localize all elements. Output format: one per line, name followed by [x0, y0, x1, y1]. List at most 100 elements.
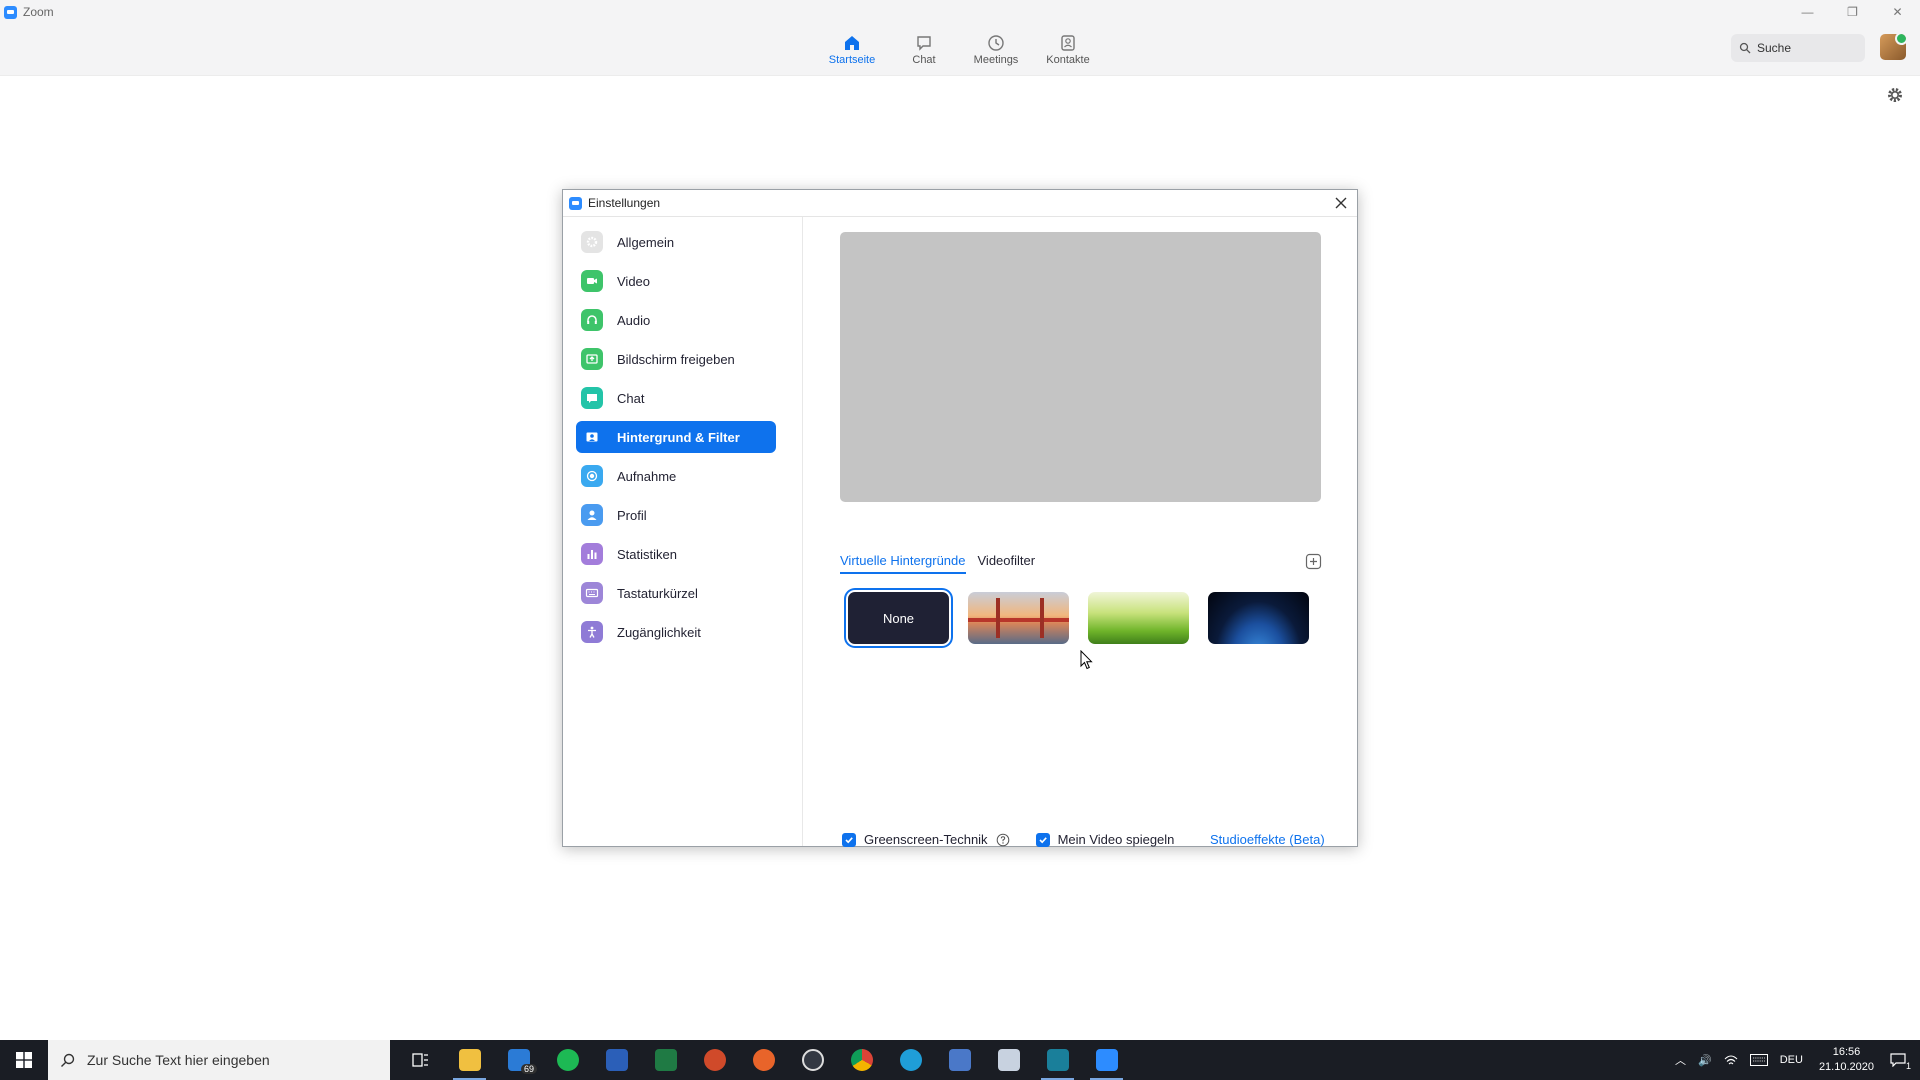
sidebar-item-zugaenglichkeit[interactable]: Zugänglichkeit [576, 616, 776, 648]
clock-icon [988, 35, 1004, 51]
window-titlebar: Zoom — ❐ ✕ [0, 0, 1920, 24]
background-none[interactable]: None [848, 592, 949, 644]
taskbar-spotify[interactable] [543, 1040, 592, 1080]
window-title: Zoom [23, 5, 54, 19]
tab-chat[interactable]: Chat [888, 24, 960, 76]
chat-icon [917, 36, 931, 51]
mouse-cursor-icon [1080, 650, 1093, 670]
sidebar-item-profil[interactable]: Profil [576, 499, 776, 531]
settings-content: Virtuelle Hintergründe Videofilter None … [804, 217, 1357, 847]
chevron-up-icon[interactable]: ︿ [1675, 1052, 1686, 1068]
task-view-icon [411, 1053, 428, 1067]
keyboard-icon[interactable] [1749, 1054, 1768, 1066]
tab-label: Kontakte [1046, 54, 1090, 66]
sidebar-item-tastaturkuerzel[interactable]: Tastaturkürzel [576, 577, 776, 609]
clock-date: 21.10.2020 [1818, 1061, 1874, 1073]
taskbar-zoom[interactable] [1082, 1040, 1131, 1080]
tab-label: Startseite [828, 54, 876, 66]
clock[interactable]: 16:56 21.10.2020 [1819, 1045, 1874, 1075]
sidebar-item-bildschirm-freigeben[interactable]: Bildschirm freigeben [576, 343, 776, 375]
document-icon [948, 1049, 971, 1071]
close-icon[interactable] [1333, 195, 1349, 211]
sidebar-item-statistiken[interactable]: Statistiken [576, 538, 776, 570]
background-golden-gate[interactable] [968, 592, 1069, 644]
sidebar-item-allgemein[interactable]: Allgemein [576, 226, 776, 258]
sidebar-item-label: Tastaturkürzel [617, 585, 698, 601]
gear-icon [581, 231, 603, 253]
taskbar-excel[interactable] [641, 1040, 690, 1080]
windows-logo-icon [16, 1052, 32, 1068]
greenscreen-checkbox[interactable] [842, 832, 856, 847]
language-indicator[interactable]: DEU [1780, 1054, 1803, 1066]
taskbar-search-placeholder: Zur Suche Text hier eingeben [87, 1052, 270, 1068]
sidebar-item-label: Profil [617, 507, 647, 523]
close-window-button[interactable]: ✕ [1875, 0, 1920, 24]
sidebar-item-label: Zugänglichkeit [617, 624, 701, 640]
search-icon [61, 1053, 75, 1067]
search-input[interactable]: Suche [1731, 34, 1865, 62]
sidebar-item-label: Aufnahme [617, 468, 677, 484]
background-earth-space[interactable] [1208, 592, 1309, 644]
add-background-icon[interactable] [1305, 553, 1322, 570]
background-options: Greenscreen-Technik Mein Video spiegeln [842, 832, 1174, 847]
tab-label: Meetings [973, 54, 1019, 66]
excel-icon [654, 1049, 677, 1071]
sidebar-item-aufnahme[interactable]: Aufnahme [576, 460, 776, 492]
taskbar-file-explorer[interactable] [445, 1040, 494, 1080]
share-screen-icon [581, 348, 603, 370]
mirror-video-checkbox[interactable] [1035, 832, 1050, 847]
taskbar-app-teal[interactable] [1033, 1040, 1082, 1080]
minimize-button[interactable]: — [1785, 0, 1830, 24]
sidebar-item-audio[interactable]: Audio [576, 304, 776, 336]
chrome-icon [850, 1049, 873, 1071]
system-tray: ︿ 🔊 DEU 16:56 21.10.2020 1 [1669, 1040, 1920, 1080]
tab-startseite[interactable]: Startseite [816, 24, 888, 76]
background-gallery: None [848, 592, 1328, 644]
settings-gear-icon[interactable] [1886, 86, 1904, 104]
word-icon [605, 1049, 628, 1071]
zoom-app-icon [4, 5, 17, 19]
edge-icon [899, 1049, 922, 1071]
taskbar-search-input[interactable]: Zur Suche Text hier eingeben [48, 1040, 390, 1080]
sidebar-item-hintergrund-filter[interactable]: Hintergrund & Filter [576, 421, 776, 453]
tab-virtuelle-hintergruende[interactable]: Virtuelle Hintergründe [840, 553, 966, 574]
background-tabs: Virtuelle Hintergründe Videofilter [840, 553, 1047, 574]
avatar[interactable] [1880, 34, 1906, 60]
restore-button[interactable]: ❐ [1830, 0, 1875, 24]
sidebar-item-label: Audio [617, 312, 651, 328]
help-icon[interactable] [996, 833, 1010, 847]
taskbar-app-doc[interactable] [935, 1040, 984, 1080]
clock-time: 16:56 [1832, 1046, 1861, 1058]
notifications-icon[interactable]: 1 [1890, 1053, 1911, 1071]
taskbar-obs[interactable] [788, 1040, 837, 1080]
video-icon [581, 270, 603, 292]
sidebar-item-label: Bildschirm freigeben [617, 351, 735, 367]
app-icon [1046, 1049, 1069, 1071]
tab-meetings[interactable]: Meetings [960, 24, 1032, 76]
volume-icon[interactable]: 🔊 [1698, 1054, 1712, 1067]
taskbar-app-window[interactable] [984, 1040, 1033, 1080]
tab-kontakte[interactable]: Kontakte [1032, 24, 1104, 76]
chat-icon [581, 387, 603, 409]
taskbar-task-view[interactable] [396, 1040, 445, 1080]
sidebar-item-chat[interactable]: Chat [576, 382, 776, 414]
taskbar-chrome[interactable] [837, 1040, 886, 1080]
search-label: Suche [1757, 41, 1792, 55]
taskbar-app-orange[interactable] [739, 1040, 788, 1080]
start-button[interactable] [0, 1040, 48, 1080]
taskbar-mail[interactable]: 69 [494, 1040, 543, 1080]
sidebar-item-video[interactable]: Video [576, 265, 776, 297]
obs-icon [801, 1049, 824, 1071]
tab-videofilter[interactable]: Videofilter [978, 553, 1036, 574]
background-grass[interactable] [1088, 592, 1189, 644]
windows-taskbar: Zur Suche Text hier eingeben 69 ︿ 🔊 DEU … [0, 1040, 1920, 1080]
taskbar-word[interactable] [592, 1040, 641, 1080]
taskbar-apps: 69 [396, 1040, 1131, 1080]
taskbar-powerpoint[interactable] [690, 1040, 739, 1080]
dialog-title: Einstellungen [588, 196, 661, 210]
studio-effects-link[interactable]: Studioeffekte (Beta) [1210, 832, 1325, 847]
taskbar-edge[interactable] [886, 1040, 935, 1080]
network-icon[interactable] [1724, 1054, 1738, 1066]
search-icon [1739, 42, 1751, 54]
zoom-icon [1095, 1049, 1118, 1071]
